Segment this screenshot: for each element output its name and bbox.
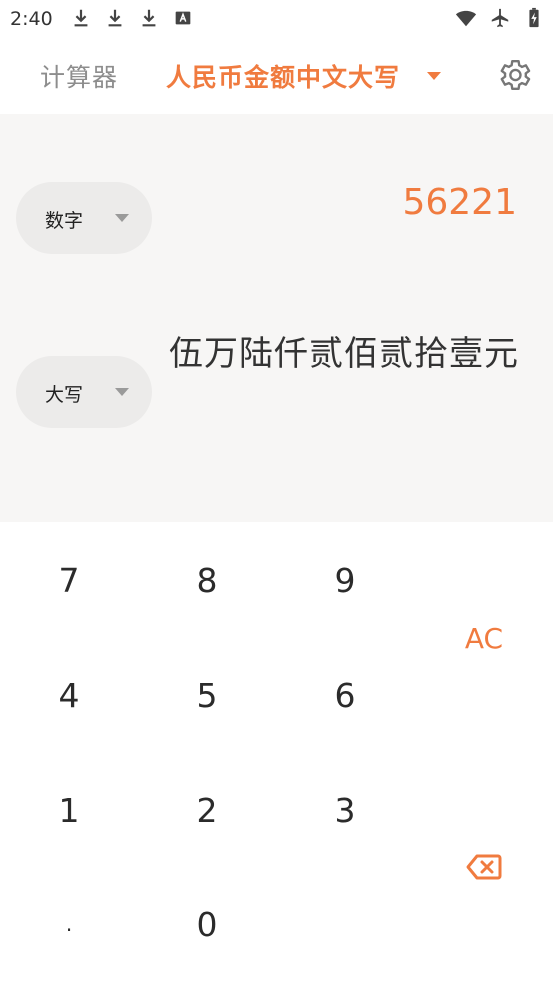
status-time: 2:40 <box>10 8 53 30</box>
display-area: 数字 56221 大写 伍万陆仟贰佰贰拾壹元 <box>0 114 553 522</box>
number-input-value: 56221 <box>402 182 517 223</box>
key-decimal[interactable]: . <box>9 874 129 974</box>
clear-button[interactable]: AC <box>424 588 544 688</box>
key-0[interactable]: 0 <box>147 874 267 974</box>
number-type-label: 数字 <box>45 210 84 232</box>
keypad: 7 8 9 4 5 6 1 2 3 . 0 AC <box>0 522 553 983</box>
status-icons-left <box>70 7 194 29</box>
battery-charging-icon <box>529 7 539 28</box>
download-icon <box>142 9 156 27</box>
key-6[interactable]: 6 <box>285 645 405 745</box>
tab-rmb-capital[interactable]: 人民币金额中文大写 <box>166 58 400 94</box>
airplane-icon <box>491 8 509 28</box>
backspace-icon <box>466 854 502 880</box>
key-3[interactable]: 3 <box>285 760 405 860</box>
wifi-icon <box>455 10 477 27</box>
status-bar: 2:40 <box>0 0 553 38</box>
number-type-selector[interactable]: 数字 <box>16 182 152 254</box>
chevron-down-icon <box>115 214 129 222</box>
backspace-button[interactable] <box>424 817 544 917</box>
dropdown-arrow-icon[interactable] <box>427 72 441 80</box>
capital-type-label: 大写 <box>45 384 84 406</box>
gear-icon[interactable] <box>495 56 533 94</box>
key-9[interactable]: 9 <box>285 530 405 630</box>
key-7[interactable]: 7 <box>9 530 129 630</box>
chevron-down-icon <box>115 388 129 396</box>
key-8[interactable]: 8 <box>147 530 267 630</box>
key-4[interactable]: 4 <box>9 645 129 745</box>
status-icons-right <box>455 7 545 29</box>
capital-type-selector[interactable]: 大写 <box>16 356 152 428</box>
download-icon <box>108 9 122 27</box>
capital-result-value: 伍万陆仟贰佰贰拾壹元 <box>169 334 519 374</box>
download-icon <box>74 9 88 27</box>
tab-calculator[interactable]: 计算器 <box>40 58 118 94</box>
key-1[interactable]: 1 <box>9 760 129 860</box>
app-header: 计算器 人民币金额中文大写 <box>0 38 553 114</box>
key-decimal-label: . <box>65 912 73 936</box>
key-5[interactable]: 5 <box>147 645 267 745</box>
keyboard-a-icon <box>175 11 191 25</box>
key-2[interactable]: 2 <box>147 760 267 860</box>
